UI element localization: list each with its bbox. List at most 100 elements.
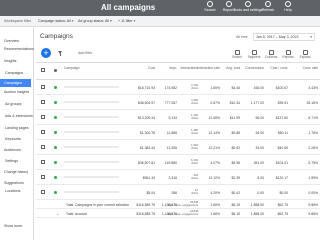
interaction-rate-cell: 1.66%	[210, 212, 220, 216]
enabled-status-icon[interactable]	[54, 101, 57, 104]
table-segment-button[interactable]: Segment	[247, 50, 261, 60]
sidebar-item-auction-insights[interactable]: Auction insights	[0, 88, 34, 96]
table-row[interactable]: $13,209.44 9,134 1,102 clicks 12.06% $11.99 96…	[36, 110, 320, 125]
campaign-name-link[interactable]	[64, 161, 119, 163]
add-filter-input[interactable]: Add filter	[78, 51, 92, 55]
table-columns-button[interactable]: Columns	[264, 50, 278, 60]
enabled-status-icon[interactable]	[54, 86, 57, 89]
table-search-button[interactable]: Search	[230, 50, 244, 60]
column-header-impressions[interactable]: Impr.	[169, 66, 177, 70]
conv-rate-cell: 1.76%	[308, 131, 318, 135]
cost-cell: $46,504.97	[138, 101, 155, 105]
column-header-interaction-rate[interactable]: Interaction rate	[197, 66, 220, 70]
conversions-cell: 8.00	[257, 176, 264, 180]
conv-rate-cell: 1.99%	[308, 176, 318, 180]
sidebar-item-overview[interactable]: Overview	[0, 37, 34, 45]
sidebar-item-audiences[interactable]: Audiences	[0, 146, 34, 154]
chevron-down-icon[interactable]: ⌄	[56, 211, 59, 216]
conversions-cell: 166.00	[253, 86, 264, 90]
cost-per-conv-cell: $137.60	[275, 116, 288, 120]
campaign-name-link[interactable]	[64, 146, 119, 148]
impressions-cell: 11,888	[166, 131, 177, 135]
sidebar-item-suggestions[interactable]: Suggestions	[0, 179, 34, 187]
sidebar-item-landing-pages[interactable]: Landing pages	[0, 124, 34, 132]
filter-chip-ad-group-status[interactable]: Ad group status: All	[78, 19, 112, 23]
sidebar-item-recommendations[interactable]: Recommendations	[0, 45, 34, 53]
total-label: Total: Campaigns in your current selecti…	[66, 203, 130, 207]
table-row[interactable]: $1,302.78 11,888 1,480 clicks 12.14% $0.88 26.…	[36, 125, 320, 140]
filter-icon[interactable]	[58, 51, 62, 56]
table-row[interactable]: $46,504.97 777,087 4,499 clicks 0.57% $10.34 1…	[36, 95, 320, 110]
row-checkbox[interactable]	[41, 160, 45, 164]
impressions-cell: 149,880	[164, 161, 177, 165]
avg-cost-cell: $5.98	[231, 161, 241, 165]
row-checkbox[interactable]	[41, 85, 45, 89]
sidebar-item-settings[interactable]: Settings	[0, 157, 34, 165]
avg-cost-cell: $10.34	[229, 101, 240, 105]
help-tool[interactable]: Help	[278, 1, 298, 16]
campaign-name-link[interactable]	[64, 116, 119, 118]
column-header-interactions[interactable]: Interactions	[180, 66, 198, 70]
sidebar-show-more[interactable]: Show more	[4, 224, 22, 228]
conv-rate-cell: 2.26%	[308, 146, 318, 150]
table-row[interactable]: $961.34 3,316 402 clicks 12.12% $2.39 8.00 $120…	[36, 170, 320, 185]
table-row[interactable]: $5.04 286 12 clicks 4.20% $0.42 0.00 $0.00 0.00%	[36, 185, 320, 200]
enabled-status-icon[interactable]	[54, 146, 57, 149]
sidebar-item-ads-extensions[interactable]: Ads & extensions	[0, 112, 34, 120]
conversions-cell: 351.00	[253, 161, 264, 165]
sidebar-item-locations[interactable]: Locations	[0, 187, 34, 195]
campaign-name-link[interactable]	[64, 101, 119, 103]
column-header-avg-cost[interactable]: Avg. cost	[226, 66, 240, 70]
sidebar-item-change-history[interactable]: Change history	[0, 168, 34, 176]
workspace-filter-bar: Workspace filter Campaign status: All Ad…	[0, 16, 320, 27]
sidebar-item-campaigns[interactable]: Campaigns	[0, 79, 31, 87]
table-expand-button[interactable]: Expand	[298, 50, 312, 60]
add-campaign-button[interactable]: +	[41, 48, 51, 58]
column-header-conversions[interactable]: Conversions	[245, 66, 264, 70]
row-checkbox[interactable]	[41, 100, 45, 104]
enabled-status-icon[interactable]	[54, 176, 57, 179]
campaign-name-link[interactable]	[64, 176, 119, 178]
table-row[interactable]: $1,383.44 12,306 1,502 clicks 12.21% $0.92 34.…	[36, 140, 320, 155]
enabled-status-icon[interactable]	[54, 191, 57, 194]
filter-chip-more[interactable]: + 11 filter	[118, 19, 135, 23]
row-checkbox[interactable]	[41, 115, 45, 119]
row-checkbox[interactable]	[41, 190, 45, 194]
select-all-checkbox[interactable]	[41, 68, 45, 72]
conversions-cell: 1,177.00	[250, 101, 264, 105]
avg-cost-cell: $6.19	[231, 212, 241, 216]
sidebar: Overview Recommendations Insights Campai…	[0, 27, 34, 240]
row-checkbox[interactable]	[41, 175, 45, 179]
interaction-rate-cell: 0.57%	[210, 101, 220, 105]
date-range-picker[interactable]: Jan 5, 2017 – May 3, 2023	[253, 33, 315, 41]
table-row[interactable]: $16,710.93 174,982 3,749 clicks 1.60% $4.46 16…	[36, 80, 320, 95]
row-checkbox[interactable]	[41, 145, 45, 149]
interactions-cell: 6,102 clicks	[191, 158, 198, 166]
interactions-cell: 1,102 clicks	[191, 113, 198, 121]
sidebar-item-campaigns-group[interactable]: Campaigns	[0, 69, 34, 77]
sidebar-item-keywords[interactable]: Keywords	[0, 135, 34, 143]
enabled-status-icon[interactable]	[54, 161, 57, 164]
interactions-cell: 1,480 clicks	[191, 128, 198, 136]
column-header-conv-rate[interactable]: Conv. rate	[303, 66, 318, 70]
conv-rate-cell: 9.86%	[308, 212, 318, 216]
avg-cost-cell: $0.88	[231, 131, 241, 135]
table-row[interactable]: $36,507.81 149,880 6,102 clicks 4.07% $5.98 35…	[36, 155, 320, 170]
column-header-cost-per-conv[interactable]: Cost / conv.	[270, 66, 288, 70]
sidebar-item-insights[interactable]: Insights	[0, 57, 34, 65]
conversions-cell: 34.00	[255, 146, 265, 150]
enabled-status-icon[interactable]	[54, 131, 57, 134]
campaign-name-link[interactable]	[64, 191, 119, 193]
enabled-status-icon[interactable]	[54, 116, 57, 119]
interaction-rate-cell: 12.06%	[208, 116, 221, 120]
filter-chip-campaign-status[interactable]: Campaign status: All	[38, 19, 74, 23]
cost-cell: $16,710.93	[138, 86, 155, 90]
column-header-campaign[interactable]: Campaign	[64, 66, 79, 70]
sidebar-item-ad-groups[interactable]: Ad groups	[0, 100, 34, 108]
column-header-cost[interactable]: Cost	[148, 66, 155, 70]
interactions-cell: 18,848 clicks, views, engagements	[166, 201, 198, 207]
campaign-name-link[interactable]	[64, 86, 119, 88]
row-checkbox[interactable]	[41, 130, 45, 134]
table-reports-button[interactable]: Reports	[281, 50, 295, 60]
campaign-name-link[interactable]	[64, 131, 119, 133]
